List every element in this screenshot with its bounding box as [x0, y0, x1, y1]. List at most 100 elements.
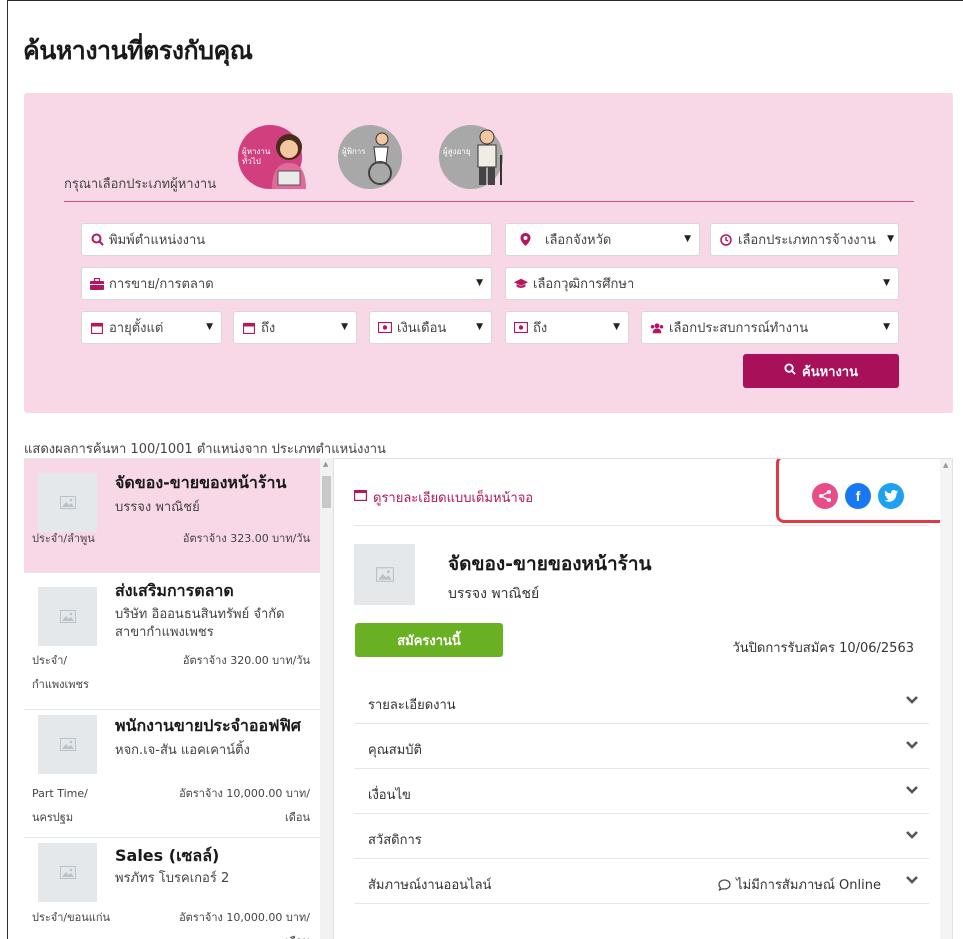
- search-panel: กรุณาเลือกประเภทผู้หางาน ผู้หางานทั่วไป …: [24, 93, 953, 413]
- calendar-icon: [90, 322, 104, 334]
- position-search-placeholder: พิมพ์ตำแหน่งงาน: [109, 233, 206, 248]
- detail-company-logo: [354, 544, 415, 605]
- search-jobs-button-label: ค้นหางาน: [802, 364, 858, 380]
- experience-select[interactable]: เลือกประสบการณ์ทำงาน ▼: [641, 311, 899, 344]
- image-placeholder-icon: [59, 610, 76, 623]
- fullscreen-link[interactable]: ดูรายละเอียดแบบเต็มหน้าจอ: [353, 487, 534, 508]
- job-company: บรรจง พาณิชย์: [115, 500, 200, 515]
- employment-type-select[interactable]: เลือกประเภทการจ้างงาน ▼: [710, 223, 899, 256]
- chevron-down-icon: ▼: [887, 234, 894, 244]
- job-type-location: Part Time/ นครปฐม: [32, 782, 88, 830]
- detail-header-divider: [354, 525, 929, 526]
- seeker-type-disabled-label: ผู้พิการ: [342, 147, 366, 156]
- search-jobs-button[interactable]: ค้นหางาน: [743, 354, 899, 388]
- job-title[interactable]: Sales (เซลล์): [115, 844, 219, 869]
- chevron-down-icon: [906, 696, 918, 704]
- job-type-location: ประจำ/ กำแพงเพชร: [32, 649, 89, 697]
- job-card[interactable]: พนักงานขายประจำออฟฟิศ หจก.เจ-สัน แอคเคาน…: [24, 710, 320, 838]
- job-location: กำแพงเพชร: [32, 678, 89, 691]
- search-icon: [784, 363, 796, 379]
- image-placeholder-icon: [59, 738, 76, 751]
- online-interview-status: ไม่มีการสัมภาษณ์ Online: [718, 874, 881, 895]
- job-seeker-type-label: กรุณาเลือกประเภทผู้หางาน: [64, 177, 217, 192]
- detail-scrollbar[interactable]: ▲: [940, 459, 952, 939]
- apply-button[interactable]: สมัครงานนี้: [355, 623, 503, 657]
- job-company: บริษัท อิออนธนสินทรัพย์ จำกัด สาขากำแพงเ…: [115, 607, 285, 640]
- panel-divider: [64, 201, 914, 202]
- chevron-down-icon: ▼: [206, 322, 213, 332]
- salary-to-select-value: ถึง: [533, 321, 548, 336]
- job-title[interactable]: ส่งเสริมการตลาด: [115, 579, 234, 604]
- image-placeholder-icon: [375, 567, 394, 582]
- seeker-type-general[interactable]: ผู้หางานทั่วไป: [238, 125, 306, 189]
- map-pin-icon: [518, 233, 532, 246]
- job-category-select-value: การขาย/การตลาด: [109, 277, 214, 292]
- chevron-down-icon: [906, 876, 918, 884]
- image-placeholder-icon: [59, 866, 76, 879]
- job-card[interactable]: Sales (เซลล์) พรภัทร โบรคเกอร์ 2 ประจำ/ข…: [24, 838, 320, 939]
- education-select[interactable]: เลือกวุฒิการศึกษา ▼: [505, 267, 899, 300]
- seeker-type-general-label: ผู้หางานทั่วไป: [242, 147, 271, 166]
- chevron-down-icon: [906, 831, 918, 839]
- section-benefits[interactable]: สวัสดิการ: [354, 814, 929, 859]
- age-from-select[interactable]: อายุตั้งแต่ ▼: [81, 311, 222, 344]
- section-online-interview[interactable]: สัมภาษณ์งานออนไลน์ ไม่มีการสัมภาษณ์ Onli…: [354, 859, 929, 904]
- chevron-down-icon: [906, 786, 918, 794]
- job-type-location: ประจำ/ขอนแก่น: [32, 911, 111, 924]
- seeker-type-elderly[interactable]: ผู้สูงอายุ: [439, 125, 503, 189]
- clock-icon: [719, 233, 733, 246]
- job-company: หจก.เจ-สัน แอคเคาน์ติ้ง: [115, 743, 250, 758]
- wheelchair-icon: [368, 132, 392, 185]
- chevron-down-icon: [906, 741, 918, 749]
- job-type-location: ประจำ/ลำพูน: [32, 532, 95, 545]
- fullscreen-link-label: ดูรายละเอียดแบบเต็มหน้าจอ: [373, 491, 534, 506]
- results-scrollbar[interactable]: ▲: [320, 458, 333, 939]
- chevron-down-icon: ▼: [341, 322, 348, 332]
- detail-company-name: บรรจง พาณิชย์: [448, 586, 540, 602]
- province-select[interactable]: เลือกจังหวัด ▼: [505, 223, 700, 256]
- chevron-down-icon: ▼: [883, 278, 890, 288]
- money-icon: [514, 322, 528, 333]
- scrollbar-thumb[interactable]: [322, 476, 331, 508]
- section-label: คุณสมบัติ: [368, 743, 422, 758]
- graduation-cap-icon: [514, 278, 528, 290]
- calendar-icon: [242, 322, 256, 334]
- section-label: รายละเอียดงาน: [368, 698, 456, 713]
- window-icon: [353, 489, 368, 505]
- search-icon: [90, 233, 104, 246]
- section-qualifications[interactable]: คุณสมบัติ: [354, 724, 929, 769]
- chevron-down-icon: ▼: [883, 322, 890, 332]
- job-title[interactable]: จัดของ-ขายของหน้าร้าน: [115, 471, 286, 496]
- job-thumbnail: [38, 843, 97, 902]
- section-label: สัมภาษณ์งานออนไลน์: [368, 878, 492, 893]
- job-company: พรภัทร โบรคเกอร์ 2: [115, 871, 230, 886]
- job-rate: อัตราจ้าง 10,000.00 บาท/ เดือน: [179, 906, 310, 939]
- job-category-select[interactable]: การขาย/การตลาด ▼: [81, 267, 492, 300]
- job-location: นครปฐม: [32, 811, 74, 824]
- education-select-value: เลือกวุฒิการศึกษา: [533, 277, 635, 292]
- job-type: ประจำ/: [32, 654, 68, 667]
- employment-type-select-value: เลือกประเภทการจ้างงาน: [738, 233, 876, 248]
- job-card[interactable]: ส่งเสริมการตลาด บริษัท อิออนธนสินทรัพย์ …: [24, 573, 320, 710]
- image-placeholder-icon: [59, 496, 76, 509]
- scroll-up-arrow-icon[interactable]: ▲: [323, 460, 328, 468]
- seeker-type-elderly-label: ผู้สูงอายุ: [443, 147, 471, 156]
- job-type: Part Time/: [32, 787, 88, 800]
- job-rate-line2: เดือน: [179, 930, 310, 939]
- seeker-type-disabled[interactable]: ผู้พิการ: [338, 125, 402, 189]
- closing-date: วันปิดการรับสมัคร 10/06/2563: [732, 641, 914, 656]
- job-title[interactable]: พนักงานขายประจำออฟฟิศ: [115, 714, 301, 739]
- job-thumbnail: [38, 473, 97, 532]
- briefcase-icon: [90, 277, 104, 290]
- job-rate: อัตราจ้าง 10,000.00 บาท/ เดือน: [179, 782, 310, 830]
- age-to-select[interactable]: ถึง ▼: [233, 311, 357, 344]
- job-card[interactable]: จัดของ-ขายของหน้าร้าน บรรจง พาณิชย์ ประจ…: [24, 459, 320, 573]
- section-job-details[interactable]: รายละเอียดงาน: [354, 679, 929, 724]
- salary-from-select[interactable]: เงินเดือน ▼: [369, 311, 492, 344]
- section-conditions[interactable]: เงื่อนไข: [354, 769, 929, 814]
- salary-to-select[interactable]: ถึง ▼: [505, 311, 629, 344]
- online-interview-status-text: ไม่มีการสัมภาษณ์ Online: [736, 878, 881, 893]
- position-search-input[interactable]: พิมพ์ตำแหน่งงาน: [81, 223, 492, 256]
- scroll-up-arrow-icon[interactable]: ▲: [943, 461, 948, 469]
- chevron-down-icon: ▼: [684, 234, 691, 244]
